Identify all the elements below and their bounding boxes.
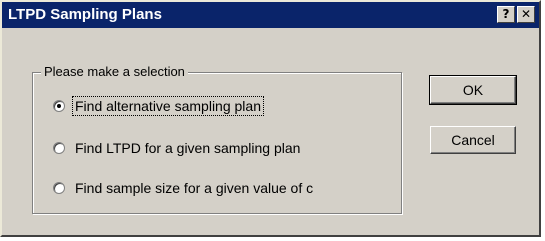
- group-legend: Please make a selection: [41, 64, 188, 80]
- radio-label: Find alternative sampling plan: [72, 96, 264, 116]
- radio-label: Find sample size for a given value of c: [75, 180, 314, 196]
- radio-label: Find LTPD for a given sampling plan: [75, 140, 301, 156]
- close-icon: ✕: [520, 7, 532, 21]
- help-button[interactable]: ?: [497, 6, 515, 23]
- close-button[interactable]: ✕: [517, 6, 535, 23]
- selection-group: Please make a selection Find alternative…: [32, 64, 402, 214]
- help-icon: ?: [502, 7, 510, 21]
- cancel-button[interactable]: Cancel: [430, 126, 516, 154]
- radio-button[interactable]: [53, 182, 65, 194]
- radio-button[interactable]: [53, 142, 65, 154]
- window-title: LTPD Sampling Plans: [8, 6, 162, 23]
- radio-button[interactable]: [53, 100, 65, 112]
- title-bar[interactable]: LTPD Sampling Plans ? ✕: [2, 2, 539, 28]
- ltpd-dialog: LTPD Sampling Plans ? ✕ Please make a se…: [0, 0, 541, 237]
- radio-selected-dot: [57, 104, 61, 108]
- ok-button[interactable]: OK: [429, 75, 517, 105]
